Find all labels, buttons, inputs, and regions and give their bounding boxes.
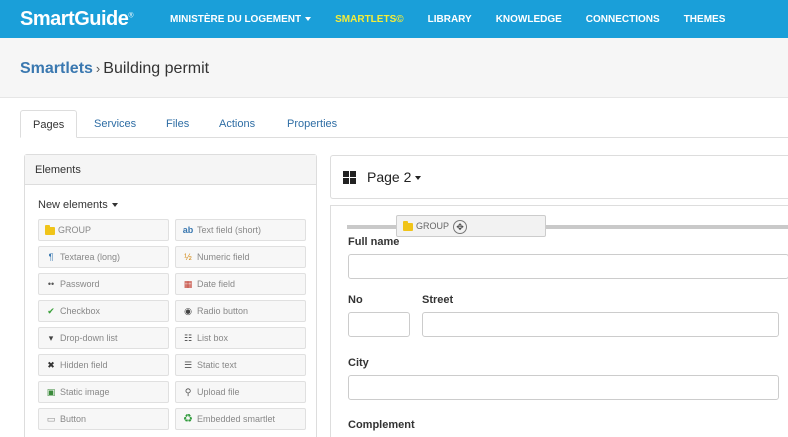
caret-down-icon <box>415 176 422 181</box>
element-hidden-field[interactable]: ✖ Hidden field <box>38 354 169 376</box>
tab-services[interactable]: Services <box>82 110 148 138</box>
element-date-field[interactable]: ▦ Date field <box>175 273 306 295</box>
element-numeric-field[interactable]: ½ Numeric field <box>175 246 306 268</box>
element-button[interactable]: ▭ Button <box>38 408 169 430</box>
page-dropdown[interactable]: Page 2 <box>367 169 422 185</box>
fullname-label: Full name <box>348 236 400 248</box>
caret-down-icon <box>111 203 118 208</box>
hidden-field-icon: ✖ <box>47 360 55 370</box>
top-navbar: SmartGuide® MINISTÈRE DU LOGEMENT SMARTL… <box>0 0 788 38</box>
dropdown-icon: ▾ <box>48 333 54 343</box>
static-text-icon: ☰ <box>183 360 193 370</box>
text-field-icon: ab <box>182 225 194 235</box>
element-upload-file[interactable]: ⚲ Upload file <box>175 381 306 403</box>
tab-pages[interactable]: Pages <box>20 110 78 138</box>
elements-panel: Elements New elements GROUP ab Text field… <box>24 154 317 437</box>
element-static-image[interactable]: ▣ Static image <box>38 381 169 403</box>
checkmark-icon: ✔ <box>47 306 55 316</box>
button-icon: ▭ <box>46 414 56 424</box>
grid-icon <box>343 171 356 184</box>
nav-ministere[interactable]: MINISTÈRE DU LOGEMENT <box>170 14 312 25</box>
element-group[interactable]: GROUP <box>38 219 169 241</box>
numeric-field-icon: ½ <box>184 252 192 262</box>
city-label: City <box>348 357 369 369</box>
element-textarea[interactable]: ¶ Textarea (long) <box>38 246 169 268</box>
complement-label: Complement <box>348 419 415 431</box>
paperclip-icon: ⚲ <box>184 387 192 397</box>
nav-connections[interactable]: CONNECTIONS <box>586 14 660 25</box>
no-input[interactable] <box>348 312 410 337</box>
calendar-icon: ▦ <box>183 279 193 289</box>
textarea-icon: ¶ <box>48 252 54 262</box>
breadcrumb-current: Building permit <box>103 60 210 77</box>
page-selector-bar: Page 2 <box>330 155 788 199</box>
nav-smartlets[interactable]: SMARTLETS© <box>335 14 403 25</box>
tab-files[interactable]: Files <box>154 110 201 138</box>
breadcrumb-separator: › <box>95 61 101 76</box>
fullname-input[interactable] <box>348 254 788 279</box>
caret-down-icon <box>305 16 312 21</box>
nav-library[interactable]: LIBRARY <box>428 14 472 25</box>
editor-tabs: Pages Services Files Actions Properties <box>20 110 788 138</box>
brand-logo[interactable]: SmartGuide® <box>20 8 170 31</box>
element-static-text[interactable]: ☰ Static text <box>175 354 306 376</box>
main-nav: MINISTÈRE DU LOGEMENT SMARTLETS© LIBRARY… <box>170 0 749 38</box>
recycle-icon: ♻ <box>183 413 193 425</box>
folder-icon <box>403 220 413 231</box>
street-label: Street <box>422 294 454 306</box>
move-icon: ✥ <box>453 219 468 234</box>
breadcrumb: Smartlets › Building permit <box>20 60 209 78</box>
folder-icon <box>45 224 55 235</box>
element-embedded-smartlet[interactable]: ♻ Embedded smartlet <box>175 408 306 430</box>
breadcrumb-smartlets[interactable]: Smartlets <box>20 60 93 77</box>
nav-themes[interactable]: THEMES <box>684 14 726 25</box>
element-text-field[interactable]: ab Text field (short) <box>175 219 306 241</box>
password-icon: •• <box>47 279 55 289</box>
no-label: No <box>348 294 363 306</box>
city-input[interactable] <box>348 375 779 400</box>
element-checkbox[interactable]: ✔ Checkbox <box>38 300 169 322</box>
element-radio-button[interactable]: ◉ Radio button <box>175 300 306 322</box>
dragged-group-element[interactable]: GROUP ✥ <box>396 215 546 237</box>
elements-heading: Elements <box>25 155 316 185</box>
tab-actions[interactable]: Actions <box>207 110 267 138</box>
tab-properties[interactable]: Properties <box>275 110 349 138</box>
street-input[interactable] <box>422 312 779 337</box>
new-elements-dropdown[interactable]: New elements <box>38 199 118 211</box>
listbox-icon: ☷ <box>183 333 193 343</box>
radio-icon: ◉ <box>184 306 192 316</box>
element-dropdown-list[interactable]: ▾ Drop-down list <box>38 327 169 349</box>
element-list-box[interactable]: ☷ List box <box>175 327 306 349</box>
nav-knowledge[interactable]: KNOWLEDGE <box>496 14 562 25</box>
form-canvas[interactable]: GROUP ✥ Full name No Street City Compleme… <box>330 205 788 437</box>
element-password[interactable]: •• Password <box>38 273 169 295</box>
image-icon: ▣ <box>46 387 56 397</box>
page-header: Smartlets › Building permit <box>0 38 788 98</box>
